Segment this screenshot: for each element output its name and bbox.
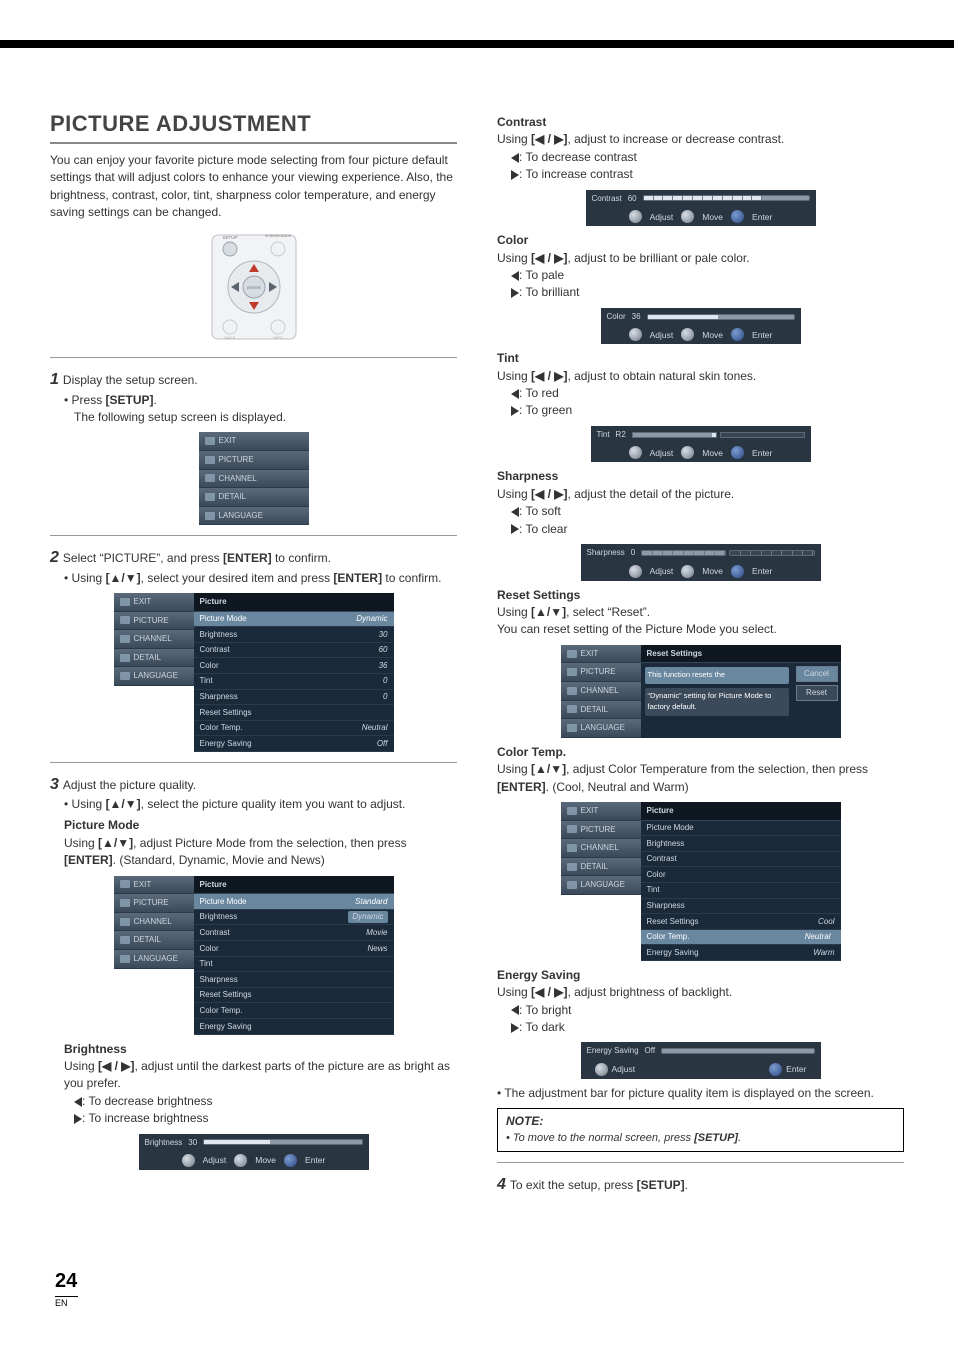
picture-mode-h: Picture Mode <box>50 817 457 834</box>
menu-tab: DETAIL <box>561 858 641 877</box>
menu-tab: EXIT <box>199 432 309 451</box>
osd-row: Sharpness <box>641 899 841 915</box>
page: PICTURE ADJUSTMENT You can enjoy your fa… <box>0 0 954 1351</box>
reset-h: Reset Settings <box>497 587 904 604</box>
osd-row: ContrastMovie <box>194 925 394 941</box>
color-h: Color <box>497 232 904 249</box>
osd-row: Color36 <box>194 658 394 674</box>
menu-tab: CHANNEL <box>561 839 641 858</box>
content: PICTURE ADJUSTMENT You can enjoy your fa… <box>0 108 954 1196</box>
right-column: Contrast Using [◀ / ▶], adjust to increa… <box>497 108 904 1196</box>
osd-reset: EXITPICTURECHANNELDETAILLANGUAGEReset Se… <box>561 645 841 738</box>
bar-cl: Color36 AdjustMoveEnter <box>601 308 801 345</box>
menu-tab: LANGUAGE <box>114 950 194 969</box>
svg-text:SCREEN MODE: SCREEN MODE <box>264 234 291 238</box>
step1: 1Display the setup screen. <box>50 368 457 391</box>
menu-tab: LANGUAGE <box>199 507 309 526</box>
bar-es: Energy SavingOff AdjustEnter <box>581 1042 821 1079</box>
osd-row: Energy Saving <box>194 1019 394 1035</box>
osd-row: Energy SavingOff <box>194 736 394 752</box>
remote-diagram: SETUP SCREEN MODE ENTER BACK INFO <box>50 227 457 347</box>
menu-tab: EXIT <box>114 593 194 612</box>
left-column: PICTURE ADJUSTMENT You can enjoy your fa… <box>50 108 457 1196</box>
menu-tab: DETAIL <box>199 488 309 507</box>
bar-br: Brightness30 AdjustMoveEnter <box>139 1134 369 1171</box>
osd-colortemp: EXITPICTURECHANNELDETAILLANGUAGEPictureP… <box>561 802 841 961</box>
osd-row: BrightnessDynamic <box>194 910 394 926</box>
osd-picture-1: EXITPICTURECHANNELDETAILLANGUAGEPictureP… <box>114 593 394 752</box>
page-number: 24 EN <box>55 1270 78 1311</box>
tint-h: Tint <box>497 350 904 367</box>
bar-co: Contrast60 AdjustMoveEnter <box>586 190 816 227</box>
menu-tab: CHANNEL <box>199 470 309 489</box>
contrast-h: Contrast <box>497 114 904 131</box>
menu-tab: DETAIL <box>114 931 194 950</box>
reset-desc: You can reset setting of the Picture Mod… <box>497 621 904 638</box>
osd-row: Color <box>641 867 841 883</box>
menu-tab: CHANNEL <box>114 630 194 649</box>
osd-row: Brightness30 <box>194 627 394 643</box>
section-title: PICTURE ADJUSTMENT <box>50 108 457 144</box>
osd-row: Reset Settings <box>194 988 394 1004</box>
menu-tab: PICTURE <box>114 612 194 631</box>
osd-row: Contrast60 <box>194 643 394 659</box>
step1-note: The following setup screen is displayed. <box>50 409 457 426</box>
osd-row: Energy SavingWarm <box>641 945 841 961</box>
menu-tab: EXIT <box>561 802 641 821</box>
osd-row: Reset Settings <box>194 705 394 721</box>
menu-tab: PICTURE <box>561 821 641 840</box>
osd-row: Tint <box>641 883 841 899</box>
osd-row: ColorNews <box>194 941 394 957</box>
osd-row: Picture Mode <box>641 821 841 837</box>
menu-tab: LANGUAGE <box>114 667 194 686</box>
intro-text: You can enjoy your favorite picture mode… <box>50 152 457 222</box>
setup-menu: EXITPICTURECHANNELDETAILLANGUAGE <box>199 432 309 525</box>
bar-ti: TintR2 AdjustMoveEnter <box>591 426 811 463</box>
osd-row: Tint0 <box>194 674 394 690</box>
osd-row: Color Temp. <box>194 1003 394 1019</box>
note-box: NOTE: • To move to the normal screen, pr… <box>497 1108 904 1151</box>
menu-tab: CHANNEL <box>114 913 194 932</box>
energy-h: Energy Saving <box>497 967 904 984</box>
step3: 3Adjust the picture quality. <box>50 773 457 796</box>
osd-row: Sharpness0 <box>194 690 394 706</box>
osd-picture-2: EXITPICTURECHANNELDETAILLANGUAGEPictureP… <box>114 876 394 1035</box>
energy-note: • The adjustment bar for picture quality… <box>497 1085 904 1102</box>
bar-sh: Sharpness0 AdjustMoveEnter <box>581 544 821 581</box>
svg-text:INFO: INFO <box>273 335 283 340</box>
menu-tab: EXIT <box>114 876 194 895</box>
osd-row: Color Temp.Neutral <box>194 721 394 737</box>
svg-text:SETUP: SETUP <box>222 235 237 240</box>
header-bar <box>0 40 954 48</box>
osd-row: Reset SettingsCool <box>641 914 841 930</box>
osd-row: Contrast <box>641 852 841 868</box>
osd-row: Brightness <box>641 836 841 852</box>
remote-svg: SETUP SCREEN MODE ENTER BACK INFO <box>204 227 304 347</box>
osd-row: Sharpness <box>194 972 394 988</box>
osd-row: Picture ModeDynamic <box>194 612 394 628</box>
step4: 4To exit the setup, press [SETUP]. <box>497 1173 904 1196</box>
brightness-h: Brightness <box>50 1041 457 1058</box>
menu-tab: LANGUAGE <box>561 876 641 895</box>
colortemp-h: Color Temp. <box>497 744 904 761</box>
osd-row: Color Temp.Neutral <box>641 930 841 946</box>
step2: 2Select “PICTURE”, and press [ENTER] to … <box>50 546 457 569</box>
menu-tab: PICTURE <box>199 451 309 470</box>
svg-text:ENTER: ENTER <box>247 285 261 290</box>
menu-tab: DETAIL <box>114 649 194 668</box>
menu-tab: PICTURE <box>114 894 194 913</box>
osd-row: Picture ModeStandard <box>194 894 394 910</box>
svg-text:BACK: BACK <box>224 335 235 340</box>
osd-row: Tint <box>194 957 394 973</box>
sharpness-h: Sharpness <box>497 468 904 485</box>
